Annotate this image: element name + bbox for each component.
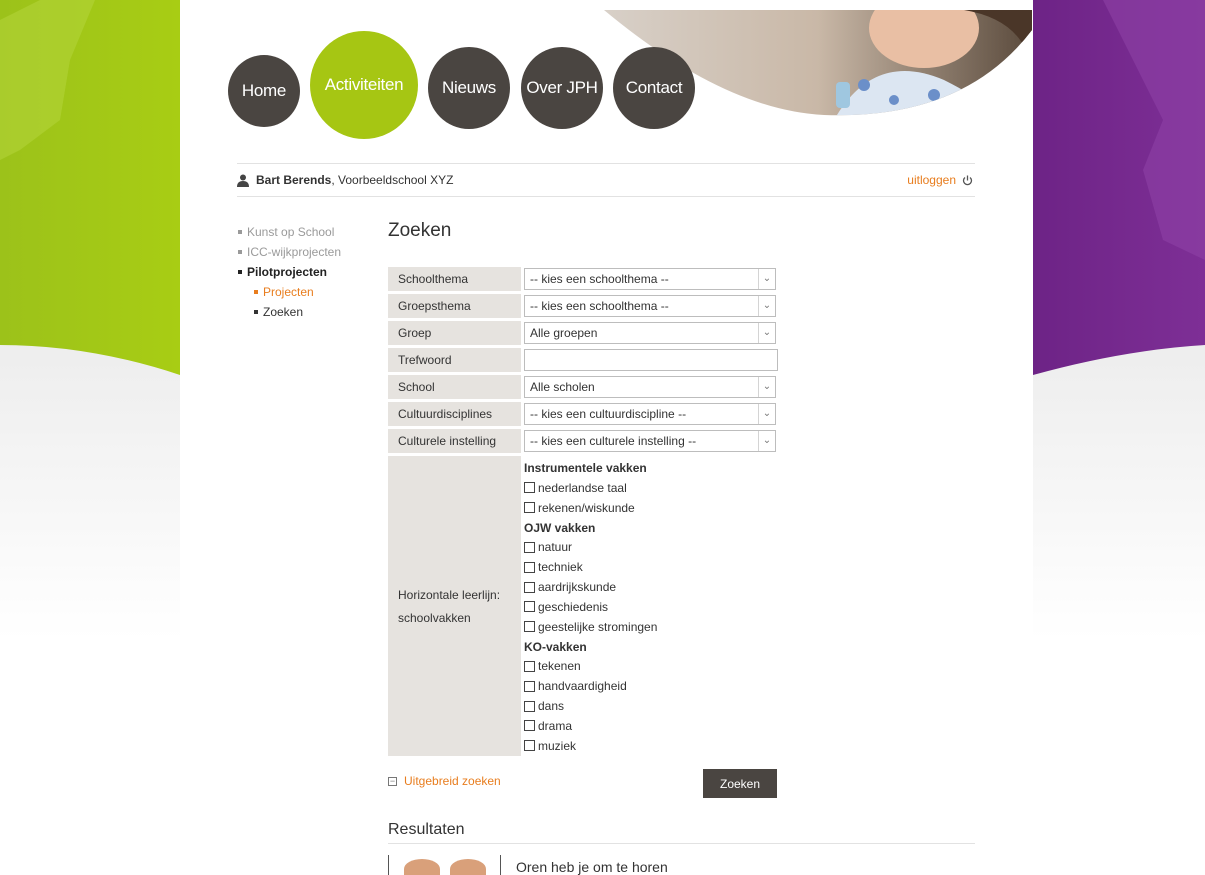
checkbox[interactable] (524, 660, 535, 672)
user-icon (237, 174, 249, 187)
divider (388, 855, 389, 875)
school-select[interactable]: Alle scholen ⌄ (524, 376, 776, 398)
checkbox[interactable] (524, 561, 535, 573)
search-button[interactable]: Zoeken (703, 769, 777, 798)
checkbox[interactable] (524, 502, 535, 514)
bullet-icon (238, 230, 242, 234)
divider (388, 843, 975, 844)
form-row-school: School Alle scholen ⌄ (388, 375, 778, 399)
form-row-cultuurdisciplines: Cultuurdisciplines -- kies een cultuurdi… (388, 402, 778, 426)
result-thumbnail (404, 859, 440, 875)
field-label: Groepsthema (388, 294, 522, 318)
search-form: Schoolthema -- kies een schoolthema -- ⌄ … (388, 264, 778, 759)
checkbox-option[interactable]: geschiedenis (524, 597, 778, 617)
logout-link[interactable]: uitloggen (907, 164, 973, 196)
field-label: Culturele instelling (388, 429, 522, 453)
chevron-down-icon: ⌄ (758, 296, 775, 316)
chevron-down-icon: ⌄ (758, 404, 775, 424)
checkbox-option[interactable]: handvaardigheid (524, 676, 778, 696)
results-heading: Resultaten (388, 821, 465, 838)
checkbox-option[interactable]: nederlandse taal (524, 478, 778, 498)
result-thumbnail (450, 859, 486, 875)
checkbox-option[interactable]: dans (524, 696, 778, 716)
field-label: Schoolthema (388, 267, 522, 291)
nav-activiteiten[interactable]: Activiteiten (310, 31, 418, 139)
cultuurdisciplines-select[interactable]: -- kies een cultuurdiscipline -- ⌄ (524, 403, 776, 425)
group-title: OJW vakken (524, 520, 596, 535)
checkbox[interactable] (524, 621, 535, 633)
result-title[interactable]: Oren heb je om te horen (516, 859, 668, 875)
collapse-icon: − (388, 775, 397, 786)
checkbox-option[interactable]: rekenen/wiskunde (524, 498, 778, 518)
form-row-groep: Groep Alle groepen ⌄ (388, 321, 778, 345)
checkbox-option[interactable]: aardrijkskunde (524, 577, 778, 597)
nav-over-jph[interactable]: Over JPH (521, 47, 603, 129)
checkbox-option[interactable]: geestelijke stromingen (524, 617, 778, 637)
checkbox[interactable] (524, 541, 535, 553)
trefwoord-input[interactable] (524, 349, 778, 371)
bullet-icon (254, 290, 258, 294)
checkbox[interactable] (524, 720, 535, 732)
group-title: KO-vakken (524, 639, 587, 654)
checkbox-option[interactable]: drama (524, 716, 778, 736)
nav-home[interactable]: Home (228, 55, 300, 127)
divider (500, 855, 501, 875)
sidebar-item-pilotprojecten[interactable]: Pilotprojecten (238, 262, 341, 282)
groepsthema-select[interactable]: -- kies een schoolthema -- ⌄ (524, 295, 776, 317)
field-label: Trefwoord (388, 348, 522, 372)
groep-select[interactable]: Alle groepen ⌄ (524, 322, 776, 344)
checkbox[interactable] (524, 680, 535, 692)
checkbox-option[interactable]: muziek (524, 736, 778, 756)
right-decor (1033, 0, 1205, 640)
chevron-down-icon: ⌄ (758, 323, 775, 343)
result-item[interactable]: Oren heb je om te horen (388, 855, 975, 875)
user-name: Bart Berends (256, 173, 332, 187)
field-label: School (388, 375, 522, 399)
leerlijn-checkboxes: Instrumentele vakken nederlandse taal re… (524, 456, 778, 756)
culturele-instelling-select[interactable]: -- kies een culturele instelling -- ⌄ (524, 430, 776, 452)
bullet-icon (238, 250, 242, 254)
checkbox[interactable] (524, 581, 535, 593)
bullet-icon (238, 270, 242, 274)
checkbox[interactable] (524, 740, 535, 752)
user-school: , Voorbeeldschool XYZ (331, 173, 454, 187)
sidebar-item-kunst-op-school[interactable]: Kunst op School (238, 222, 341, 242)
sidebar-subitem-projecten[interactable]: Projecten (238, 282, 341, 302)
checkbox-option[interactable]: natuur (524, 538, 778, 558)
form-row-groepsthema: Groepsthema -- kies een schoolthema -- ⌄ (388, 294, 778, 318)
nav-nieuws[interactable]: Nieuws (428, 47, 510, 129)
page-title: Zoeken (388, 220, 452, 241)
form-row-schoolthema: Schoolthema -- kies een schoolthema -- ⌄ (388, 267, 778, 291)
schoolthema-select[interactable]: -- kies een schoolthema -- ⌄ (524, 268, 776, 290)
page-container: Home Activiteiten Nieuws Over JPH Contac… (180, 10, 1032, 875)
left-decor (0, 0, 180, 640)
checkbox[interactable] (524, 482, 535, 494)
field-label: Cultuurdisciplines (388, 402, 522, 426)
field-label: Horizontale leerlijn: schoolvakken (388, 456, 522, 756)
form-row-culturele-instelling: Culturele instelling -- kies een culture… (388, 429, 778, 453)
form-row-trefwoord: Trefwoord (388, 348, 778, 372)
sidebar-item-icc-wijkprojecten[interactable]: ICC-wijkprojecten (238, 242, 341, 262)
bullet-icon (254, 310, 258, 314)
checkbox[interactable] (524, 700, 535, 712)
form-row-leerlijn: Horizontale leerlijn: schoolvakken Instr… (388, 456, 778, 756)
chevron-down-icon: ⌄ (758, 269, 775, 289)
user-info: Bart Berends, Voorbeeldschool XYZ (237, 164, 453, 196)
field-label: Groep (388, 321, 522, 345)
power-icon (962, 175, 973, 185)
sidebar: Kunst op School ICC-wijkprojecten Pilotp… (238, 222, 341, 322)
user-bar: Bart Berends, Voorbeeldschool XYZ uitlog… (237, 163, 975, 197)
checkbox-option[interactable]: tekenen (524, 657, 778, 677)
checkbox[interactable] (524, 601, 535, 613)
advanced-search-toggle[interactable]: − Uitgebreid zoeken (388, 774, 501, 788)
sidebar-subitem-zoeken[interactable]: Zoeken (238, 302, 341, 322)
checkbox-option[interactable]: techniek (524, 557, 778, 577)
group-title: Instrumentele vakken (524, 461, 647, 475)
nav-contact[interactable]: Contact (613, 47, 695, 129)
chevron-down-icon: ⌄ (758, 431, 775, 451)
chevron-down-icon: ⌄ (758, 377, 775, 397)
